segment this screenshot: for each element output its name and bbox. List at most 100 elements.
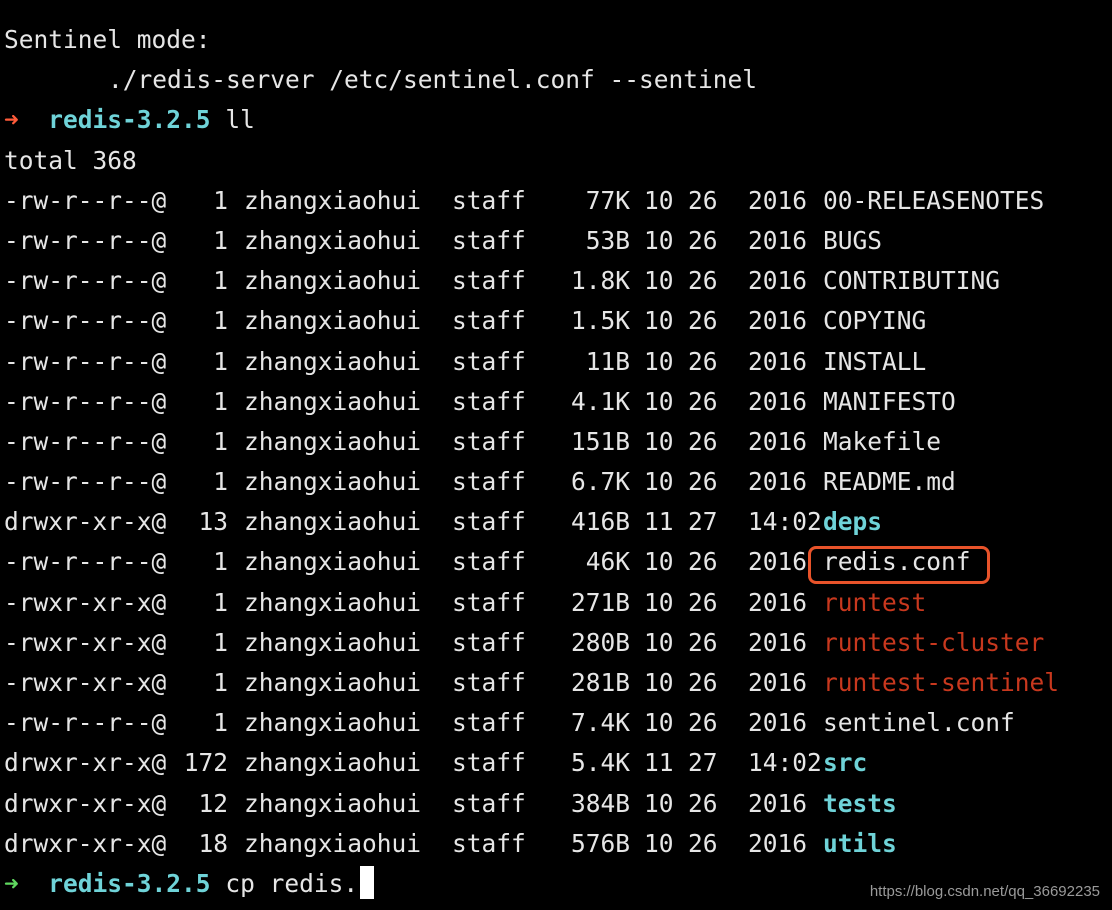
file-name: BUGS	[823, 225, 883, 255]
file-day: 26	[688, 828, 718, 858]
file-group: staff	[452, 788, 526, 818]
file-mon: 10	[644, 266, 674, 296]
file-group: staff	[452, 748, 526, 778]
file-mon: 10	[644, 668, 674, 697]
file-time: 14:02	[748, 507, 822, 537]
file-day: 26	[688, 547, 718, 577]
file-time: 2016	[748, 266, 808, 296]
file-owner: zhangxiaohui	[244, 788, 422, 818]
file-row: -rw-r--r--@ 1 zhangxiaohui staff 4.1K 10 26 201…	[4, 382, 1108, 422]
file-name: tests	[823, 788, 897, 818]
file-time: 2016	[748, 547, 808, 577]
file-group: staff	[452, 225, 526, 255]
file-perm: drwxr-xr-x@	[4, 507, 167, 537]
prompt-command: ll	[225, 105, 255, 135]
file-owner: zhangxiaohui	[244, 748, 422, 778]
file-mon: 11	[644, 507, 674, 537]
file-day: 26	[688, 306, 718, 336]
file-size: 46K	[585, 547, 630, 577]
text-cursor	[360, 866, 375, 900]
file-perm: -rw-r--r--@	[4, 225, 167, 255]
file-owner: zhangxiaohui	[244, 306, 422, 336]
file-perm: drwxr-xr-x@	[4, 788, 167, 818]
file-links: 1	[213, 547, 228, 577]
file-owner: zhangxiaohui	[244, 668, 422, 697]
file-name: INSTALL	[823, 346, 927, 376]
file-name: src	[823, 748, 868, 778]
file-group: staff	[452, 507, 526, 537]
file-links: 1	[213, 225, 228, 255]
file-size: 151B	[570, 426, 630, 456]
file-time: 2016	[748, 185, 808, 215]
file-name: 00-RELEASENOTES	[823, 185, 1045, 215]
file-name: runtest-cluster	[823, 627, 1045, 657]
prompt-cwd: redis-3.2.5	[48, 868, 211, 898]
file-day: 26	[688, 587, 718, 617]
file-row: drwxr-xr-x@ 13 zhangxiaohui staff 416B 11 27 14…	[4, 502, 1108, 542]
terminal-window[interactable]: Sentinel mode: ./redis-server /etc/senti…	[4, 20, 1108, 904]
file-time: 2016	[748, 627, 808, 657]
file-mon: 10	[644, 828, 674, 858]
file-time: 2016	[748, 587, 808, 617]
file-size: 7.4K	[570, 708, 630, 738]
file-owner: zhangxiaohui	[244, 507, 422, 537]
file-mon: 10	[644, 426, 674, 456]
file-row: -rwxr-xr-x@ 1 zhangxiaohui staff 280B 10 26 201…	[4, 623, 1108, 663]
file-mon: 10	[644, 587, 674, 617]
file-time: 2016	[748, 426, 808, 456]
file-owner: zhangxiaohui	[244, 185, 422, 215]
output-line: ./redis-server /etc/sentinel.conf --sent…	[108, 65, 758, 95]
file-size: 53B	[585, 225, 630, 255]
file-day: 26	[688, 788, 718, 818]
file-row: -rw-r--r--@ 1 zhangxiaohui staff 1.8K 10 26 201…	[4, 261, 1108, 301]
file-day: 26	[688, 225, 718, 255]
highlight-box	[808, 546, 990, 584]
file-perm: -rw-r--r--@	[4, 426, 167, 456]
file-perm: -rw-r--r--@	[4, 386, 167, 416]
file-row: -rw-r--r--@ 1 zhangxiaohui staff 77K 10 26 2016…	[4, 181, 1108, 221]
file-perm: -rw-r--r--@	[4, 547, 167, 577]
output-line: total 368	[4, 145, 137, 175]
file-group: staff	[452, 547, 526, 577]
file-group: staff	[452, 587, 526, 617]
file-mon: 10	[644, 346, 674, 376]
file-links: 1	[213, 346, 228, 376]
file-mon: 10	[644, 306, 674, 336]
file-owner: zhangxiaohui	[244, 587, 422, 617]
file-size: 11B	[585, 346, 630, 376]
file-mon: 10	[644, 627, 674, 657]
file-time: 2016	[748, 708, 808, 738]
file-mon: 11	[644, 748, 674, 778]
file-mon: 10	[644, 225, 674, 255]
file-day: 26	[688, 386, 718, 416]
file-row: -rw-r--r--@ 1 zhangxiaohui staff 11B 10 26 2016…	[4, 342, 1108, 382]
file-day: 27	[688, 748, 718, 778]
file-row: drwxr-xr-x@ 12 zhangxiaohui staff 384B 10 26 20…	[4, 784, 1108, 824]
file-owner: zhangxiaohui	[244, 627, 422, 657]
file-row: -rw-r--r--@ 1 zhangxiaohui staff 1.5K 10 26 201…	[4, 301, 1108, 341]
file-row: -rwxr-xr-x@ 1 zhangxiaohui staff 271B 10 26 201…	[4, 583, 1108, 623]
file-group: staff	[452, 185, 526, 215]
file-time: 2016	[748, 346, 808, 376]
file-group: staff	[452, 668, 526, 697]
command-input[interactable]: cp redis.	[225, 869, 358, 898]
file-day: 26	[688, 185, 718, 215]
output-line: Sentinel mode:	[4, 25, 211, 54]
file-day: 26	[688, 346, 718, 376]
file-row: -rw-r--r--@ 1 zhangxiaohui staff 7.4K 10 26 201…	[4, 703, 1108, 743]
file-size: 416B	[570, 507, 630, 537]
file-group: staff	[452, 467, 526, 497]
file-owner: zhangxiaohui	[244, 547, 422, 577]
file-group: staff	[452, 426, 526, 456]
file-name: runtest	[823, 587, 927, 617]
file-links: 13	[198, 507, 228, 537]
file-size: 280B	[570, 627, 630, 657]
file-mon: 10	[644, 185, 674, 215]
file-owner: zhangxiaohui	[244, 828, 422, 858]
file-links: 18	[198, 828, 228, 858]
file-name: utils	[823, 828, 897, 858]
file-links: 1	[213, 708, 228, 738]
file-day: 27	[688, 507, 718, 537]
file-group: staff	[452, 266, 526, 296]
file-mon: 10	[644, 386, 674, 416]
